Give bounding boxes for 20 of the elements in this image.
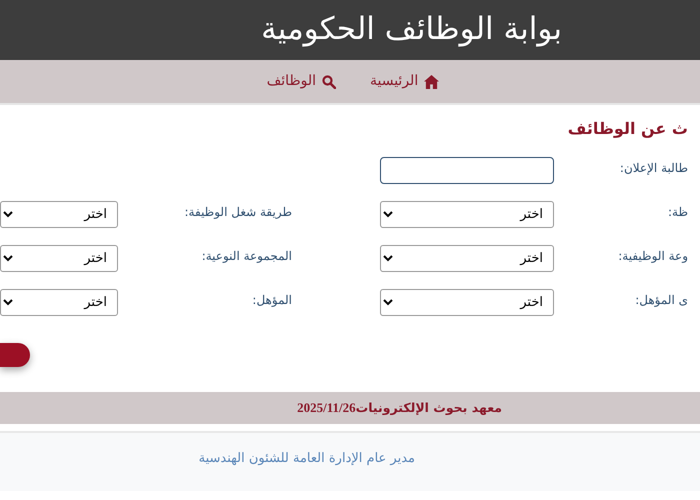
institute-name: معهد بحوث الإلكترونيات	[356, 398, 502, 417]
field-label: المجموعة النوعية:	[202, 248, 292, 265]
dropdown-field[interactable]: اختر	[0, 245, 118, 272]
date-text: 2025/11/26	[297, 399, 356, 418]
field-label: وعة الوظيفية:	[618, 248, 688, 265]
site-title: بوابة الوظائف الحكومية	[261, 11, 562, 49]
dropdown-field[interactable]: اختر	[380, 201, 554, 228]
field-label: طريقة شغل الوظيفة:	[184, 204, 292, 221]
field-label: ظة:	[668, 204, 688, 221]
field-label: طالبة الإعلان:	[620, 160, 688, 177]
nav-link[interactable]: الوظائف	[266, 71, 316, 92]
nav-link[interactable]: الرئيسية	[370, 71, 418, 92]
field-label: المؤهل:	[252, 292, 292, 309]
dropdown-field[interactable]: اختر	[380, 289, 554, 316]
signature-text: مدير عام الإدارة العامة للشئون الهندسية	[198, 451, 415, 466]
dropdown-field[interactable]: اختر	[0, 289, 118, 316]
dropdown-field[interactable]: اختر	[0, 201, 118, 228]
field-label: ى المؤهل:	[635, 292, 688, 309]
dropdown-field[interactable]: اختر	[380, 245, 554, 272]
form-heading: ث عن الوظائف	[568, 118, 688, 140]
